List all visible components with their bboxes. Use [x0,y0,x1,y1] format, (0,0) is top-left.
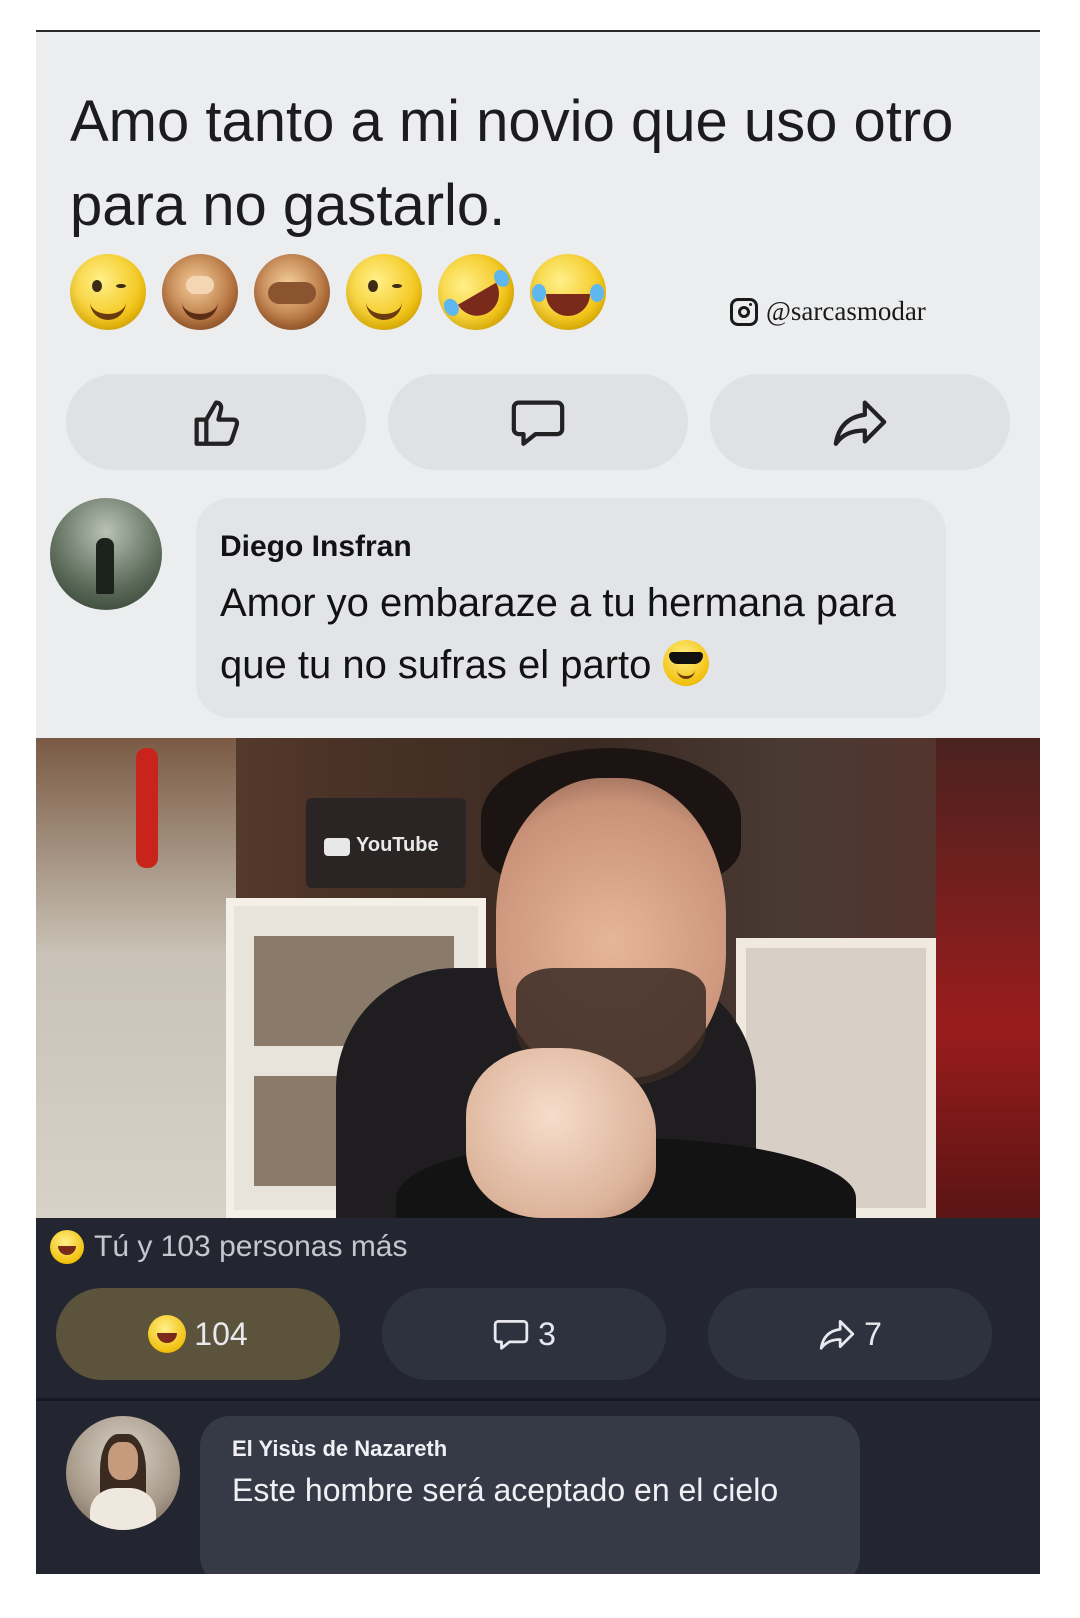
screenshot-frame: Amo tanto a mi novio que uso otro para n… [36,32,1040,1574]
laugh-count: 104 [194,1315,248,1352]
laugh-reaction-icon [50,1230,84,1264]
laugh-reaction-button[interactable]: 104 [56,1288,340,1380]
comment-author[interactable]: Diego Insfran [220,530,412,564]
post-action-bar [66,374,1010,470]
comment-bubble: El Yisùs de Nazareth Este hombre será ac… [200,1416,860,1574]
sunglasses-face-icon [662,640,709,686]
share-arrow-icon [819,1319,855,1350]
avatar[interactable] [66,1416,180,1530]
see-no-evil-monkey-icon [254,254,330,330]
youtube-plaque: YouTube [306,798,466,888]
comment-count: 3 [538,1315,556,1352]
comment-bubble: Diego Insfran Amor yo embaraze a tu herm… [196,498,946,718]
post-text: Amo tanto a mi novio que uso otro para n… [70,89,954,238]
comment-text: Amor yo embaraze a tu hermana para que t… [220,581,896,687]
emoji-row [70,240,606,344]
comment-icon [493,1319,529,1350]
meme-photo[interactable]: YouTube [36,738,1040,1218]
comment-button[interactable] [388,374,688,470]
wink-face-icon [70,254,146,330]
share-arrow-icon [833,400,887,446]
comment-icon [511,400,565,446]
wink-face-icon [346,254,422,330]
thumbs-up-icon [194,400,240,446]
instagram-icon [730,297,758,326]
see-no-evil-monkey-icon [162,254,238,330]
share-count: 7 [864,1315,882,1352]
comment-count-button[interactable]: 3 [382,1288,666,1380]
comment-text: Este hombre será aceptado en el cielo [232,1472,779,1508]
share-count-button[interactable]: 7 [708,1288,992,1380]
avatar[interactable] [50,498,162,610]
reaction-summary[interactable]: Tú y 103 personas más [50,1230,408,1264]
tears-of-joy-face-icon [530,254,606,330]
instagram-watermark: @sarcasmodar [730,296,926,327]
watermark-handle: @sarcasmodar [766,296,926,326]
share-button[interactable] [710,374,1010,470]
dark-post-footer: Tú y 103 personas más 104 3 7 El Yisùs d… [36,1218,1040,1574]
youtube-label: YouTube [356,834,439,856]
divider [36,1398,1040,1401]
laugh-icon [148,1315,187,1353]
comment-author[interactable]: El Yisùs de Nazareth [232,1436,447,1462]
rolling-laughing-face-icon [424,240,528,344]
like-button[interactable] [66,374,366,470]
reaction-summary-text: Tú y 103 personas más [94,1230,408,1263]
